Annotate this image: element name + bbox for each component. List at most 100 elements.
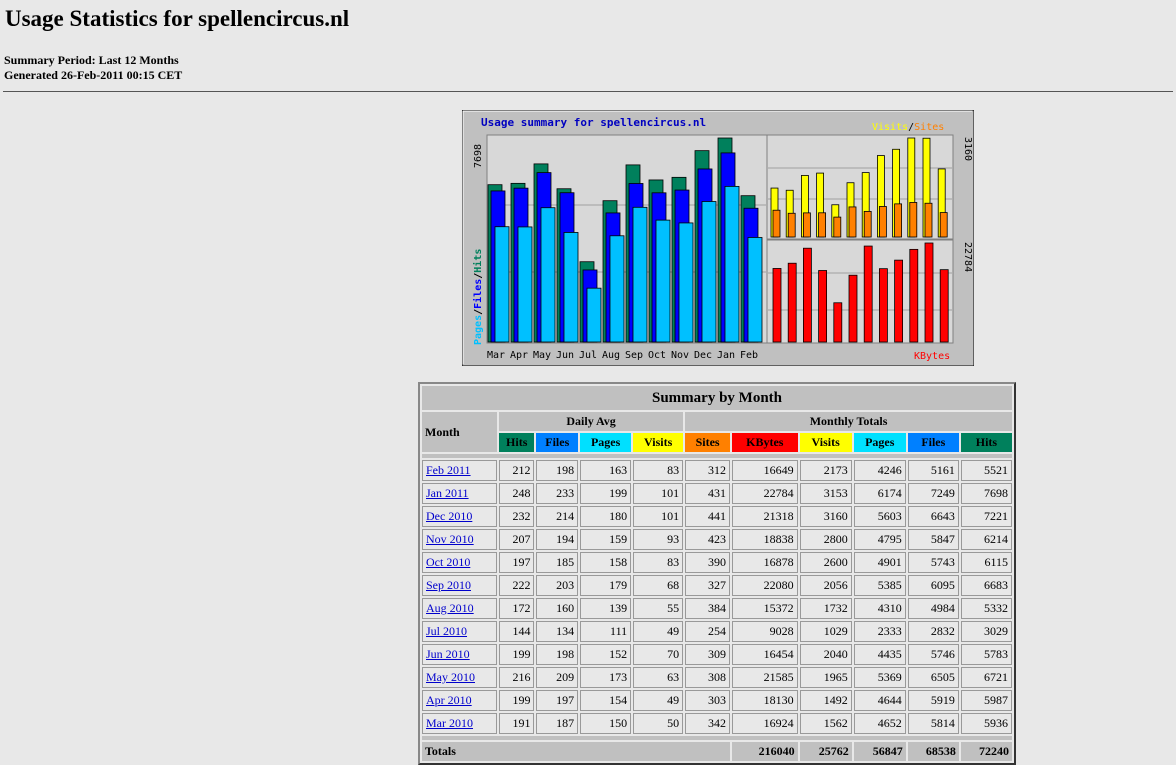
- month-cell: Aug 2010: [422, 598, 498, 619]
- month-link[interactable]: Nov 2010: [426, 532, 474, 546]
- pages-bar: [678, 222, 694, 343]
- header-spacer: [422, 454, 1012, 458]
- monthly-total-cell: 5936: [960, 713, 1012, 734]
- month-link[interactable]: Dec 2010: [426, 509, 472, 523]
- kbytes-bar: [818, 270, 828, 343]
- kbytes-bar: [863, 245, 873, 343]
- month-cell: Jul 2010: [422, 621, 498, 642]
- month-link[interactable]: Oct 2010: [426, 555, 470, 569]
- monthly-total-cell: 390: [685, 552, 730, 573]
- month-link[interactable]: May 2010: [426, 670, 475, 684]
- x-tick-label: Apr: [510, 350, 528, 361]
- month-cell: Jun 2010: [422, 644, 498, 665]
- monthly-total-cell: 5814: [907, 713, 959, 734]
- left-axis-label: Pages/Files/Hits: [472, 249, 484, 345]
- monthly-total-cell: 342: [685, 713, 730, 734]
- total-value: 56847: [853, 742, 906, 761]
- table-row: Feb 2011 212 198 163 83 312 16649 2173 4246 5161 5…: [422, 460, 1012, 481]
- daily-col-pages: Pages: [580, 433, 632, 452]
- daily-avg-cell: 248: [499, 483, 535, 504]
- table-row: Sep 2010 222 203 179 68 327 22080 2056 5385 6095 6…: [422, 575, 1012, 596]
- daily-avg-cell: 197: [536, 690, 579, 711]
- month-cell: Apr 2010: [422, 690, 498, 711]
- monthly-total-cell: 4246: [853, 460, 906, 481]
- month-link[interactable]: Mar 2010: [426, 716, 473, 730]
- monthly-total-cell: 6115: [960, 552, 1012, 573]
- daily-col-visits: Visits: [633, 433, 684, 452]
- month-link[interactable]: Jun 2010: [426, 647, 470, 661]
- x-tick-label: Jul: [579, 350, 597, 361]
- daily-avg-cell: 212: [499, 460, 535, 481]
- monthly-total-cell: 5161: [907, 460, 959, 481]
- sites-bar: [818, 212, 827, 238]
- daily-avg-cell: 179: [580, 575, 632, 596]
- kbytes-label: KBytes: [914, 351, 950, 362]
- monthly-total-cell: 16924: [731, 713, 798, 734]
- pages-bar: [586, 287, 602, 343]
- pages-bar: [494, 226, 510, 343]
- monthly-total-cell: 3153: [799, 483, 852, 504]
- pages-bar: [632, 206, 648, 343]
- legend-visits: Visits: [872, 122, 908, 133]
- monthly-total-cell: 5603: [853, 506, 906, 527]
- monthly-total-cell: 18838: [731, 529, 798, 550]
- monthly-total-cell: 5743: [907, 552, 959, 573]
- monthly-totals-header: Monthly Totals: [685, 412, 1012, 431]
- sites-bar: [894, 203, 903, 238]
- month-cell: Dec 2010: [422, 506, 498, 527]
- month-link[interactable]: Feb 2011: [426, 463, 471, 477]
- x-tick-label: Jan: [717, 350, 735, 361]
- monthly-total-cell: 384: [685, 598, 730, 619]
- table-row: Aug 2010 172 160 139 55 384 15372 1732 4310 4984 5…: [422, 598, 1012, 619]
- daily-avg-cell: 198: [536, 644, 579, 665]
- month-link[interactable]: Apr 2010: [426, 693, 472, 707]
- monthly-total-cell: 18130: [731, 690, 798, 711]
- daily-col-hits: Hits: [499, 433, 535, 452]
- monthly-total-cell: 2333: [853, 621, 906, 642]
- monthly-total-cell: 3160: [799, 506, 852, 527]
- month-link[interactable]: Sep 2010: [426, 578, 471, 592]
- daily-avg-cell: 185: [536, 552, 579, 573]
- kbytes-bar: [772, 268, 782, 343]
- pages-bar: [655, 219, 671, 343]
- monthly-total-cell: 431: [685, 483, 730, 504]
- monthly-total-cell: 1492: [799, 690, 852, 711]
- month-link[interactable]: Aug 2010: [426, 601, 474, 615]
- table-row: Jun 2010 199 198 152 70 309 16454 2040 4435 5746 5…: [422, 644, 1012, 665]
- total-value: 68538: [907, 742, 959, 761]
- monthly-col-sites: Sites: [685, 433, 730, 452]
- monthly-total-cell: 1562: [799, 713, 852, 734]
- daily-avg-cell: 163: [580, 460, 632, 481]
- daily-avg-cell: 216: [499, 667, 535, 688]
- month-link[interactable]: Jul 2010: [426, 624, 467, 638]
- daily-avg-cell: 50: [633, 713, 684, 734]
- kbytes-bar: [894, 259, 904, 343]
- sites-bar: [924, 202, 933, 238]
- monthly-total-cell: 21318: [731, 506, 798, 527]
- monthly-total-cell: 4435: [853, 644, 906, 665]
- monthly-total-cell: 423: [685, 529, 730, 550]
- monthly-total-cell: 6505: [907, 667, 959, 688]
- total-value: 216040: [731, 742, 798, 761]
- monthly-total-cell: 3029: [960, 621, 1012, 642]
- daily-avg-cell: 199: [580, 483, 632, 504]
- monthly-total-cell: 7249: [907, 483, 959, 504]
- monthly-col-files: Files: [907, 433, 959, 452]
- sites-bar: [772, 209, 781, 238]
- sites-bar: [833, 216, 842, 238]
- monthly-total-cell: 7221: [960, 506, 1012, 527]
- monthly-col-kbytes: KBytes: [731, 433, 798, 452]
- daily-avg-cell: 68: [633, 575, 684, 596]
- monthly-total-cell: 327: [685, 575, 730, 596]
- axis-label-files: Files: [472, 279, 484, 309]
- monthly-total-cell: 308: [685, 667, 730, 688]
- sites-bar: [863, 210, 872, 238]
- daily-avg-cell: 203: [536, 575, 579, 596]
- sites-bar: [787, 212, 796, 238]
- month-cell: Oct 2010: [422, 552, 498, 573]
- monthly-total-cell: 4310: [853, 598, 906, 619]
- monthly-total-cell: 4644: [853, 690, 906, 711]
- chart-legend: Visits/Sites: [872, 122, 944, 133]
- monthly-total-cell: 16649: [731, 460, 798, 481]
- month-link[interactable]: Jan 2011: [426, 486, 469, 500]
